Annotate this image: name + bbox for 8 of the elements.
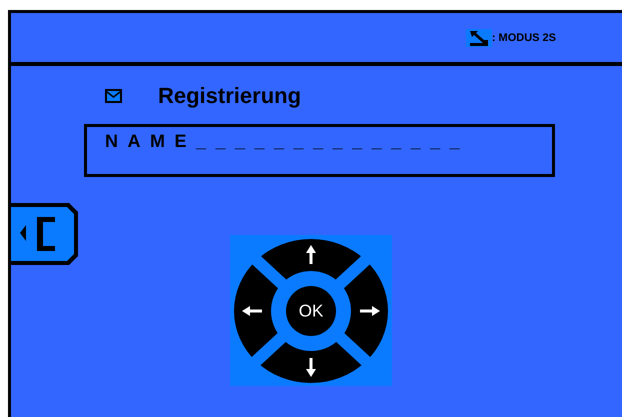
envelope-icon: [105, 89, 122, 103]
ok-button[interactable]: OK: [298, 302, 324, 319]
screen-title: Registrierung: [158, 83, 302, 109]
name-field[interactable]: NAME______________: [84, 124, 555, 177]
name-field-value: NAME______________: [105, 131, 470, 151]
step-icon: [466, 28, 492, 46]
mode-label: : MODUS 2S: [492, 32, 556, 44]
back-tab-icon[interactable]: [11, 203, 80, 265]
